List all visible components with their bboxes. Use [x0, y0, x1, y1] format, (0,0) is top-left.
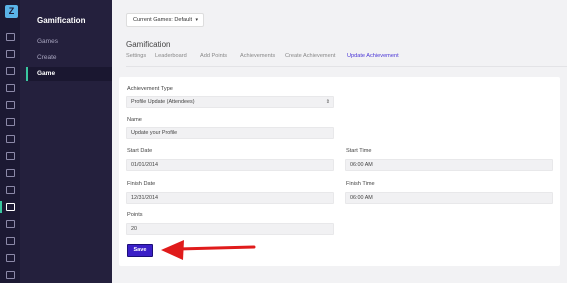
dashboard-icon[interactable] [6, 33, 15, 41]
sidebar-title: Gamification [37, 16, 86, 25]
document-icon[interactable] [6, 152, 15, 160]
tool-icon[interactable] [6, 169, 15, 177]
gamification-sidebar: Gamification Games Create Game [20, 0, 112, 283]
finish-time-input[interactable]: 06:00 AM [345, 192, 553, 204]
name-input[interactable]: Update your Profile [126, 127, 334, 139]
start-date-input[interactable]: 01/01/2014 [126, 159, 334, 171]
annotation-arrow-icon [161, 240, 256, 260]
tab-settings[interactable]: Settings [126, 53, 146, 59]
sidebar-item-create[interactable]: Create [26, 51, 112, 65]
tab-divider [126, 66, 567, 67]
gear-icon[interactable] [6, 271, 15, 279]
achievement-type-value: Profile Update (Attendees) [131, 99, 195, 105]
trophy-icon[interactable] [6, 203, 15, 211]
save-button[interactable]: Save [127, 244, 153, 257]
icon-rail: Z [0, 0, 20, 283]
building-icon[interactable] [6, 101, 15, 109]
achievement-type-label: Achievement Type [127, 86, 173, 92]
grid-icon[interactable] [6, 220, 15, 228]
start-time-label: Start Time [346, 148, 372, 154]
finish-time-label: Finish Time [346, 181, 375, 187]
name-label: Name [127, 117, 142, 123]
link-icon[interactable] [6, 237, 15, 245]
settings-icon[interactable] [6, 50, 15, 58]
tab-achievements[interactable]: Achievements [240, 53, 275, 59]
chart-icon[interactable] [6, 84, 15, 92]
copy-icon[interactable] [6, 186, 15, 194]
finish-date-input[interactable]: 12/31/2014 [126, 192, 334, 204]
mail-icon[interactable] [6, 118, 15, 126]
select-arrows-icon: ⇕ [325, 99, 330, 105]
sidebar-item-game[interactable]: Game [26, 67, 112, 81]
page-title: Gamification [126, 40, 171, 49]
current-games-dropdown[interactable]: Current Games: Default ▾ [126, 13, 204, 27]
tab-update-achievement[interactable]: Update Achievement [347, 53, 399, 59]
rail-active-indicator [0, 201, 2, 213]
current-games-label: Current Games: Default [133, 17, 193, 23]
sidebar-item-games[interactable]: Games [26, 35, 112, 49]
finish-date-label: Finish Date [127, 181, 156, 187]
calendar-icon[interactable] [6, 135, 15, 143]
caret-down-icon: ▾ [195, 17, 198, 23]
image-icon[interactable] [6, 254, 15, 262]
achievement-type-select[interactable]: Profile Update (Attendees) ⇕ [126, 96, 334, 108]
users-icon[interactable] [6, 67, 15, 75]
tab-add-points[interactable]: Add Points [200, 53, 227, 59]
points-label: Points [127, 212, 143, 218]
tab-create-achievement[interactable]: Create Achievement [285, 53, 335, 59]
start-date-label: Start Date [127, 148, 153, 154]
points-input[interactable]: 20 [126, 223, 334, 235]
start-time-input[interactable]: 06:00 AM [345, 159, 553, 171]
tab-leaderboard[interactable]: Leaderboard [155, 53, 187, 59]
app-logo[interactable]: Z [5, 5, 18, 18]
